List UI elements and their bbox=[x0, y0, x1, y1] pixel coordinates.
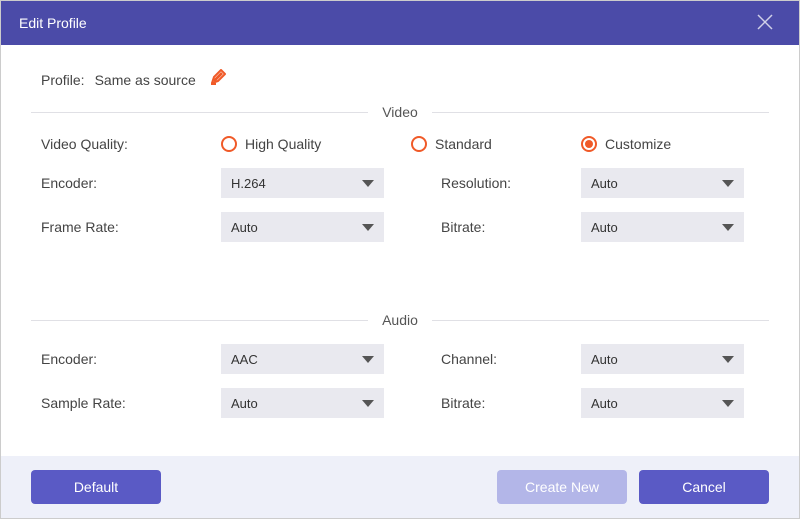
dropdown-value: AAC bbox=[231, 352, 258, 367]
chevron-down-icon bbox=[722, 224, 734, 231]
radio-icon bbox=[411, 136, 427, 152]
audio-form: Encoder: AAC Channel: Auto Sample R bbox=[31, 344, 769, 418]
content-area: Profile: Same as source Video Video Qual… bbox=[1, 45, 799, 456]
chevron-down-icon bbox=[362, 356, 374, 363]
dropdown-value: H.264 bbox=[231, 176, 266, 191]
video-bitrate-dropdown[interactable]: Auto bbox=[581, 212, 744, 242]
audio-row-1: Encoder: AAC Channel: Auto bbox=[41, 344, 759, 374]
video-row-2: Frame Rate: Auto Bitrate: Auto bbox=[41, 212, 759, 242]
audio-encoder-dropdown[interactable]: AAC bbox=[221, 344, 384, 374]
audio-bitrate-label: Bitrate: bbox=[441, 395, 581, 411]
chevron-down-icon bbox=[722, 400, 734, 407]
video-resolution-label: Resolution: bbox=[441, 175, 581, 191]
cancel-button[interactable]: Cancel bbox=[639, 470, 769, 504]
audio-section-divider: Audio bbox=[31, 312, 769, 328]
create-new-button[interactable]: Create New bbox=[497, 470, 627, 504]
radio-standard[interactable]: Standard bbox=[411, 136, 581, 152]
chevron-down-icon bbox=[722, 180, 734, 187]
default-button[interactable]: Default bbox=[31, 470, 161, 504]
audio-channel-dropdown[interactable]: Auto bbox=[581, 344, 744, 374]
dropdown-value: Auto bbox=[591, 352, 618, 367]
window-title: Edit Profile bbox=[19, 15, 87, 31]
video-quality-label: Video Quality: bbox=[41, 136, 221, 152]
audio-encoder-label: Encoder: bbox=[41, 351, 221, 367]
audio-samplerate-label: Sample Rate: bbox=[41, 395, 221, 411]
audio-channel-label: Channel: bbox=[441, 351, 581, 367]
titlebar: Edit Profile bbox=[1, 1, 799, 45]
radio-label: Standard bbox=[435, 136, 492, 152]
dropdown-value: Auto bbox=[591, 176, 618, 191]
video-row-1: Encoder: H.264 Resolution: Auto bbox=[41, 168, 759, 198]
dropdown-value: Auto bbox=[591, 396, 618, 411]
edit-profile-window: Edit Profile Profile: Same as source Vid… bbox=[0, 0, 800, 519]
dropdown-value: Auto bbox=[231, 220, 258, 235]
radio-icon bbox=[221, 136, 237, 152]
profile-label: Profile: bbox=[41, 72, 85, 88]
footer: Default Create New Cancel bbox=[1, 456, 799, 518]
video-bitrate-label: Bitrate: bbox=[441, 219, 581, 235]
dropdown-value: Auto bbox=[231, 396, 258, 411]
radio-customize[interactable]: Customize bbox=[581, 136, 671, 152]
video-section-title: Video bbox=[368, 104, 432, 120]
radio-label: High Quality bbox=[245, 136, 321, 152]
profile-row: Profile: Same as source bbox=[41, 69, 769, 90]
video-quality-radio-group: High Quality Standard Customize bbox=[221, 136, 759, 152]
chevron-down-icon bbox=[362, 180, 374, 187]
audio-row-2: Sample Rate: Auto Bitrate: Auto bbox=[41, 388, 759, 418]
edit-icon[interactable] bbox=[210, 69, 226, 90]
radio-icon bbox=[581, 136, 597, 152]
video-encoder-label: Encoder: bbox=[41, 175, 221, 191]
profile-value: Same as source bbox=[95, 72, 196, 88]
radio-label: Customize bbox=[605, 136, 671, 152]
video-encoder-dropdown[interactable]: H.264 bbox=[221, 168, 384, 198]
video-framerate-label: Frame Rate: bbox=[41, 219, 221, 235]
close-icon[interactable] bbox=[749, 6, 781, 40]
chevron-down-icon bbox=[362, 400, 374, 407]
video-resolution-dropdown[interactable]: Auto bbox=[581, 168, 744, 198]
audio-section-title: Audio bbox=[368, 312, 432, 328]
video-quality-row: Video Quality: High Quality Standard Cus… bbox=[41, 136, 759, 152]
video-framerate-dropdown[interactable]: Auto bbox=[221, 212, 384, 242]
audio-bitrate-dropdown[interactable]: Auto bbox=[581, 388, 744, 418]
chevron-down-icon bbox=[722, 356, 734, 363]
chevron-down-icon bbox=[362, 224, 374, 231]
video-form: Video Quality: High Quality Standard Cus… bbox=[31, 136, 769, 242]
dropdown-value: Auto bbox=[591, 220, 618, 235]
audio-samplerate-dropdown[interactable]: Auto bbox=[221, 388, 384, 418]
radio-high-quality[interactable]: High Quality bbox=[221, 136, 411, 152]
video-section-divider: Video bbox=[31, 104, 769, 120]
